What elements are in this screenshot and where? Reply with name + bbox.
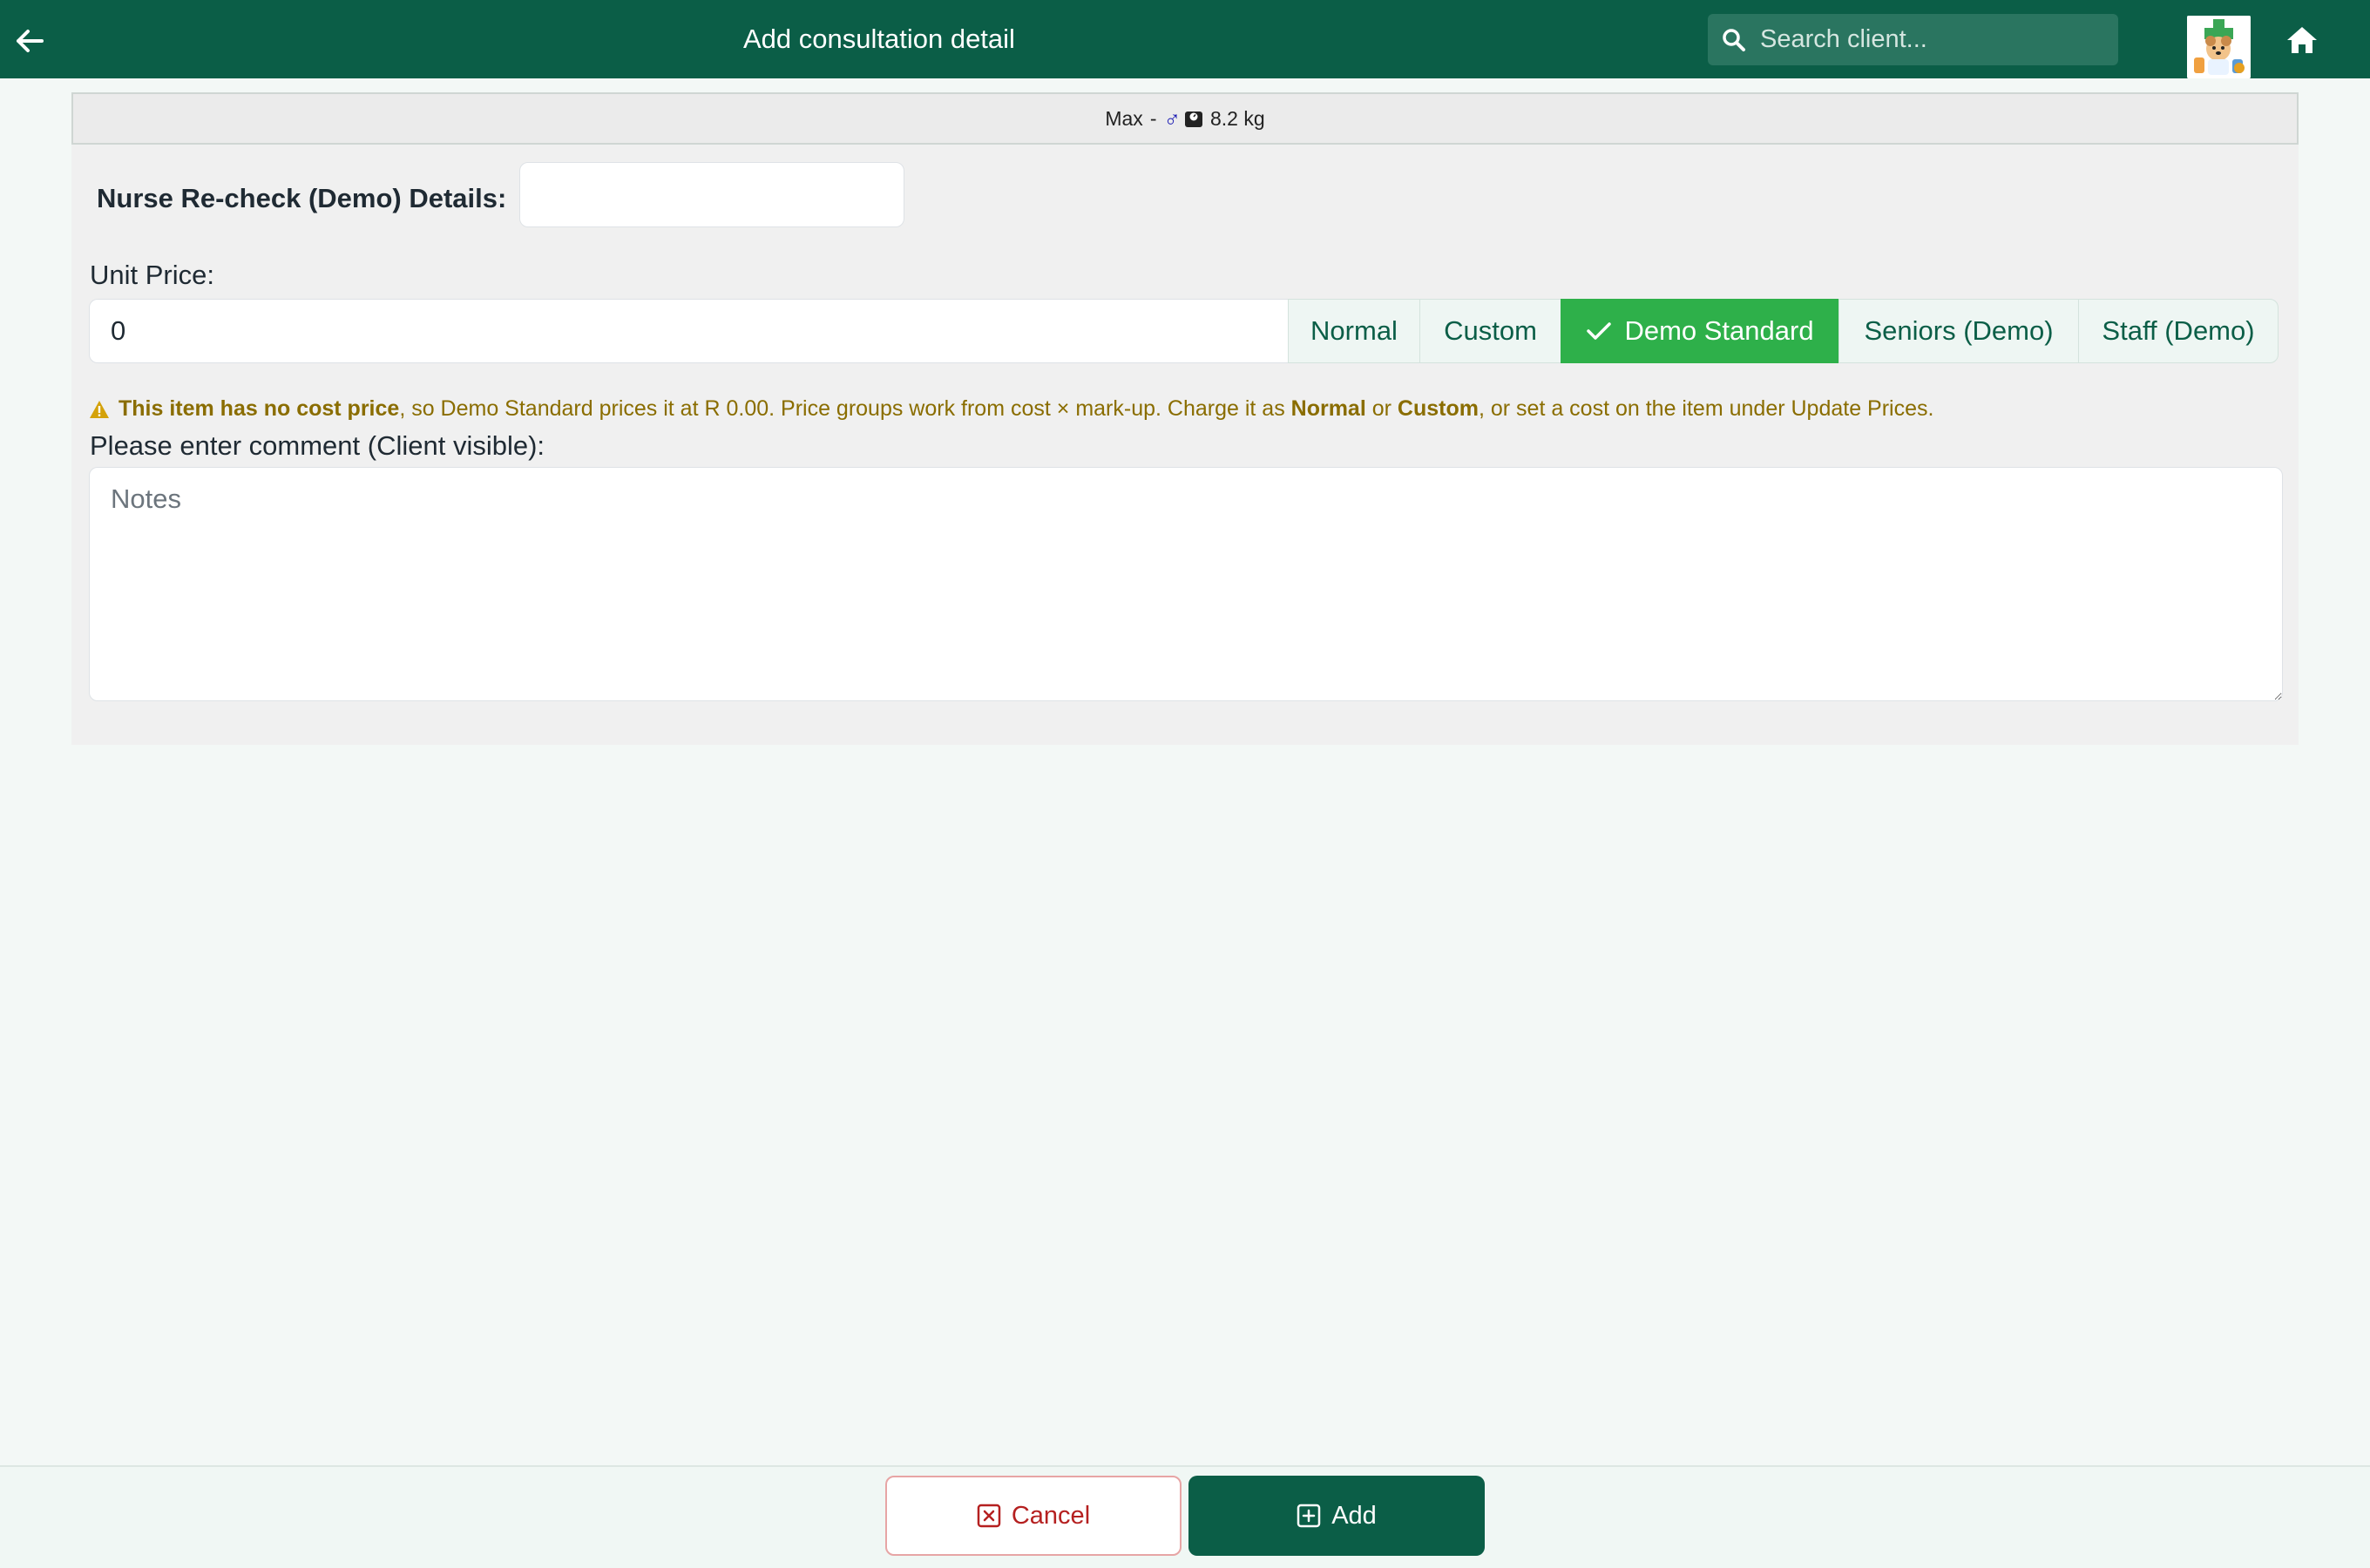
comment-label: Please enter comment (Client visible): [90,430,545,461]
price-group-normal-label: Normal [1310,315,1398,346]
patient-name: Max [1105,106,1143,130]
clinic-logo[interactable] [2187,16,2251,78]
price-group-demo-standard-label: Demo Standard [1624,315,1814,346]
page-title: Add consultation detail [743,24,1015,54]
price-group-seniors[interactable]: Seniors (Demo) [1838,299,2079,363]
back-button[interactable] [12,24,47,58]
check-icon [1586,321,1612,341]
price-group-seniors-label: Seniors (Demo) [1864,315,2054,346]
male-icon: ♂ [1163,105,1181,132]
client-search[interactable] [1708,14,2118,65]
top-bar: Add consultation detail [0,0,2370,78]
arrow-left-icon [17,30,44,52]
price-group-normal[interactable]: Normal [1288,299,1420,363]
add-label: Add [1331,1501,1377,1530]
plus-square-icon [1297,1504,1321,1528]
cancel-button[interactable]: Cancel [885,1476,1182,1556]
price-group-staff-label: Staff (Demo) [2102,315,2255,346]
warning-text: This item has no cost price, so Demo Sta… [118,396,1933,422]
details-label: Nurse Re-check (Demo) Details: [97,183,507,213]
warning-text-2: or [1365,396,1398,421]
warning-icon [89,400,110,419]
warning-text-3: , or set a cost on the item under Update… [1478,396,1934,421]
unit-price-group: Normal Custom Demo Standard Seniors (Dem… [89,299,2283,363]
patient-weight: 8.2 kg [1209,106,1265,130]
consultation-form-panel: Max - ♂ 8.2 kg Nurse Re-check (Demo) Det… [71,92,2299,745]
cancel-label: Cancel [1011,1501,1091,1530]
patient-separator: - [1149,106,1157,130]
no-cost-price-warning: This item has no cost price, so Demo Sta… [89,396,1933,422]
price-group-custom[interactable]: Custom [1419,299,1561,363]
unit-price-input[interactable] [89,299,1289,363]
home-button[interactable] [2285,24,2319,57]
footer-bar: Cancel Add [0,1465,2370,1568]
price-group-demo-standard[interactable]: Demo Standard [1561,299,1839,363]
weight-scale-icon [1184,109,1203,128]
vet-logo-icon [2187,16,2251,78]
warning-bold-custom: Custom [1397,396,1479,421]
notes-textarea[interactable] [89,467,2283,701]
patient-summary: Max - ♂ 8.2 kg [71,92,2299,145]
price-group-custom-label: Custom [1444,315,1537,346]
search-input[interactable] [1760,25,2109,54]
details-input[interactable] [519,162,904,227]
price-group-staff[interactable]: Staff (Demo) [2078,299,2279,363]
home-icon [2287,27,2317,53]
close-square-icon [977,1504,1001,1528]
add-button[interactable]: Add [1188,1476,1485,1556]
warning-text-1: , so Demo Standard prices it at R 0.00. … [399,396,1291,421]
warning-bold-normal: Normal [1290,396,1366,421]
warning-bold-lead: This item has no cost price [118,396,400,421]
search-icon [1722,27,1748,53]
unit-price-label: Unit Price: [90,260,214,290]
